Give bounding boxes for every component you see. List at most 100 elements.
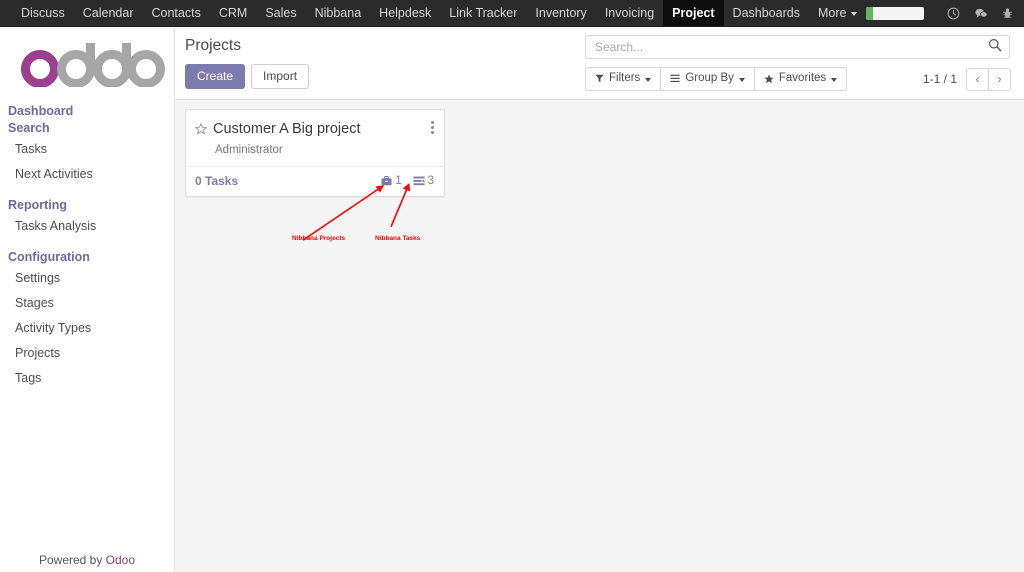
sidebar-item-label: Next Activities: [15, 167, 93, 181]
sidebar: Dashboard Search Tasks Next Activities R…: [0, 27, 175, 572]
kanban-card-footer: 0 Tasks 1 3: [186, 166, 444, 196]
nav-item-label: Dashboards: [732, 6, 800, 20]
sidebar-item-label: Activity Types: [15, 321, 92, 335]
nav-item-contacts[interactable]: Contacts: [143, 0, 210, 26]
main-content: Projects Create Import Search... Filters…: [175, 27, 1024, 572]
action-buttons: Create Import: [185, 64, 310, 89]
nav-item-nibbana[interactable]: Nibbana: [306, 0, 371, 26]
nav-item-label: Link Tracker: [449, 6, 518, 20]
nav-item-inventory[interactable]: Inventory: [526, 0, 595, 26]
kanban-card-header: Customer A Big project Administrator: [186, 110, 444, 166]
nibbana-tasks-badge[interactable]: 3: [413, 175, 434, 187]
odoo-logo[interactable]: [0, 27, 174, 101]
sidebar-header-search[interactable]: Search: [0, 120, 174, 137]
progress-indicator: [866, 6, 925, 20]
page-title: Projects: [185, 37, 241, 54]
sidebar-item-label: Settings: [15, 271, 61, 285]
app-menu: Discuss Calendar Contacts CRM Sales Nibb…: [12, 0, 866, 26]
control-panel-left: Projects Create Import: [183, 35, 310, 89]
kanban-card-badges: 1 3: [381, 175, 434, 187]
annotation-label-nibbana-tasks: Nibbana Tasks: [375, 235, 421, 242]
annotation-label-nibbana-projects: Nibbana Projects: [292, 235, 346, 242]
nav-item-calendar[interactable]: Calendar: [74, 0, 143, 26]
group-by-label: Group By: [685, 72, 734, 84]
sidebar-header-label: Configuration: [8, 250, 90, 264]
nav-item-dashboards[interactable]: Dashboards: [724, 0, 809, 26]
bug-icon[interactable]: [995, 7, 1020, 20]
sidebar-nav: Dashboard Search Tasks Next Activities R…: [0, 101, 174, 391]
nav-item-link-tracker[interactable]: Link Tracker: [440, 0, 526, 26]
list-icon: [670, 74, 680, 83]
favorites-button[interactable]: Favorites: [753, 67, 848, 91]
nav-item-label: Invoicing: [604, 6, 655, 20]
clock-icon[interactable]: [940, 7, 967, 20]
user-menu[interactable]: Administrator (test): [1020, 6, 1024, 21]
sidebar-header-configuration[interactable]: Configuration: [0, 249, 174, 266]
nibbana-tasks-count: 3: [427, 175, 434, 187]
star-icon: [764, 73, 774, 84]
nav-item-invoicing[interactable]: Invoicing: [596, 0, 663, 26]
sidebar-item-settings[interactable]: Settings: [0, 266, 174, 291]
import-button[interactable]: Import: [251, 64, 310, 89]
search-input[interactable]: [593, 39, 988, 55]
nav-item-label: More: [817, 6, 847, 20]
sidebar-item-next-activities[interactable]: Next Activities: [0, 162, 174, 187]
sidebar-item-label: Tags: [15, 371, 42, 385]
control-panel: Projects Create Import Search... Filters…: [175, 27, 1024, 100]
kanban-card-title: Customer A Big project: [213, 121, 361, 137]
control-panel-right: Filters Group By: [585, 35, 1011, 91]
create-button[interactable]: Create: [185, 64, 246, 89]
pager-next-button[interactable]: ›: [988, 67, 1011, 91]
filter-group: Filters Group By Favorites: [585, 67, 848, 91]
sidebar-header-dashboard[interactable]: Dashboard: [0, 103, 174, 120]
nav-item-more[interactable]: More: [809, 0, 866, 26]
sidebar-header-reporting[interactable]: Reporting: [0, 197, 174, 214]
sidebar-header-label: Search: [8, 121, 50, 135]
pager-previous-button[interactable]: ‹: [966, 67, 989, 91]
kanban-card-menu-button[interactable]: [429, 119, 436, 136]
group-by-button[interactable]: Group By: [660, 67, 755, 91]
sidebar-item-tags[interactable]: Tags: [0, 366, 174, 391]
chevron-down-icon: [645, 77, 652, 82]
nav-item-label: Inventory: [535, 6, 587, 20]
sidebar-item-tasks-analysis[interactable]: Tasks Analysis: [0, 214, 174, 239]
progress-bar-fill: [866, 6, 874, 20]
sidebar-item-label: Projects: [15, 346, 61, 360]
nav-item-helpdesk[interactable]: Helpdesk: [370, 0, 440, 26]
nav-item-label: CRM: [218, 6, 248, 20]
kanban-card-project[interactable]: Customer A Big project Administrator 0 T…: [185, 109, 445, 197]
nav-item-label: Sales: [265, 6, 297, 20]
list-stack-icon: [413, 176, 425, 186]
sidebar-item-activity-types[interactable]: Activity Types: [0, 316, 174, 341]
sidebar-item-projects[interactable]: Projects: [0, 341, 174, 366]
filters-button[interactable]: Filters: [585, 67, 662, 91]
nav-item-label: Nibbana: [314, 6, 362, 20]
funnel-icon: [595, 74, 604, 83]
nav-item-crm[interactable]: CRM: [210, 0, 256, 26]
sidebar-item-label: Tasks Analysis: [15, 219, 97, 233]
kanban-view: Customer A Big project Administrator 0 T…: [175, 100, 1024, 572]
search-icon[interactable]: [988, 38, 1002, 57]
top-navbar: Discuss Calendar Contacts CRM Sales Nibb…: [0, 0, 1024, 27]
nibbana-projects-badge[interactable]: 1: [381, 175, 402, 187]
chat-icon[interactable]: [967, 7, 995, 20]
sidebar-item-label: Tasks: [15, 142, 47, 156]
nav-item-label: Contacts: [151, 6, 201, 20]
powered-by: Powered by Odoo: [0, 553, 174, 572]
sidebar-item-tasks[interactable]: Tasks: [0, 137, 174, 162]
filters-label: Filters: [609, 72, 641, 84]
favorite-star-icon[interactable]: [194, 122, 208, 140]
nav-item-project[interactable]: Project: [663, 0, 724, 26]
app-shell: Dashboard Search Tasks Next Activities R…: [0, 27, 1024, 572]
pager-count: 1-1 / 1: [922, 72, 957, 86]
powered-by-brand[interactable]: Odoo: [106, 553, 135, 567]
nav-item-label: Discuss: [21, 6, 65, 20]
search-box[interactable]: [585, 35, 1010, 59]
favorites-label: Favorites: [778, 72, 827, 84]
sidebar-item-stages[interactable]: Stages: [0, 291, 174, 316]
nav-item-sales[interactable]: Sales: [256, 0, 305, 26]
nav-item-discuss[interactable]: Discuss: [12, 0, 74, 26]
tasks-count-link[interactable]: 0 Tasks: [195, 174, 238, 188]
